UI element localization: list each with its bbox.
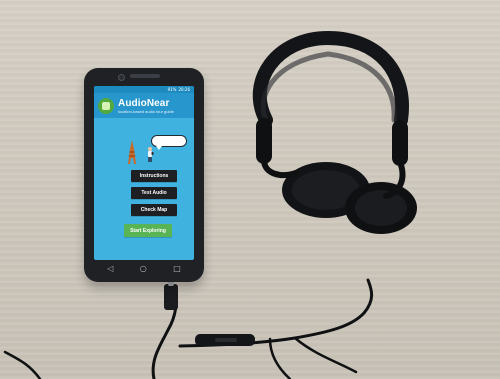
app-title: AudioNear <box>118 98 170 109</box>
status-bar: 91% 20:26 <box>94 86 194 93</box>
camera-icon <box>118 74 125 81</box>
test-audio-button-label: Test Audio <box>141 190 167 196</box>
check-map-button[interactable]: Check Map <box>131 204 177 216</box>
app-subtitle: location-based audio tour guide <box>118 109 174 114</box>
speech-bubble <box>151 135 187 150</box>
tourist-icon <box>148 147 154 162</box>
instructions-button[interactable]: Instructions <box>131 170 177 182</box>
eiffel-tower-icon <box>128 140 136 164</box>
recents-square-icon[interactable]: □ <box>173 264 181 273</box>
android-navbar: ◁ ○ □ <box>94 262 194 274</box>
instructions-button-label: Instructions <box>139 173 169 179</box>
start-exploring-button[interactable]: Start Exploring <box>124 224 172 237</box>
photo-scene: 91% 20:26 AudioNear location-based audio… <box>0 0 500 379</box>
phone-screen: 91% 20:26 AudioNear location-based audio… <box>94 86 194 260</box>
test-audio-button[interactable]: Test Audio <box>131 187 177 199</box>
speaker-icon <box>102 102 110 110</box>
battery-level: 91% <box>167 87 177 92</box>
smartphone: 91% 20:26 AudioNear location-based audio… <box>84 68 204 282</box>
start-exploring-button-label: Start Exploring <box>130 227 166 234</box>
earpiece <box>130 74 160 78</box>
check-map-button-label: Check Map <box>140 207 168 213</box>
app-header: AudioNear location-based audio tour guid… <box>94 93 194 118</box>
app-logo-icon <box>98 98 114 114</box>
home-circle-icon[interactable]: ○ <box>140 264 147 273</box>
headphones <box>252 30 417 234</box>
back-triangle-icon[interactable]: ◁ <box>107 264 113 273</box>
clock: 20:26 <box>178 87 190 92</box>
